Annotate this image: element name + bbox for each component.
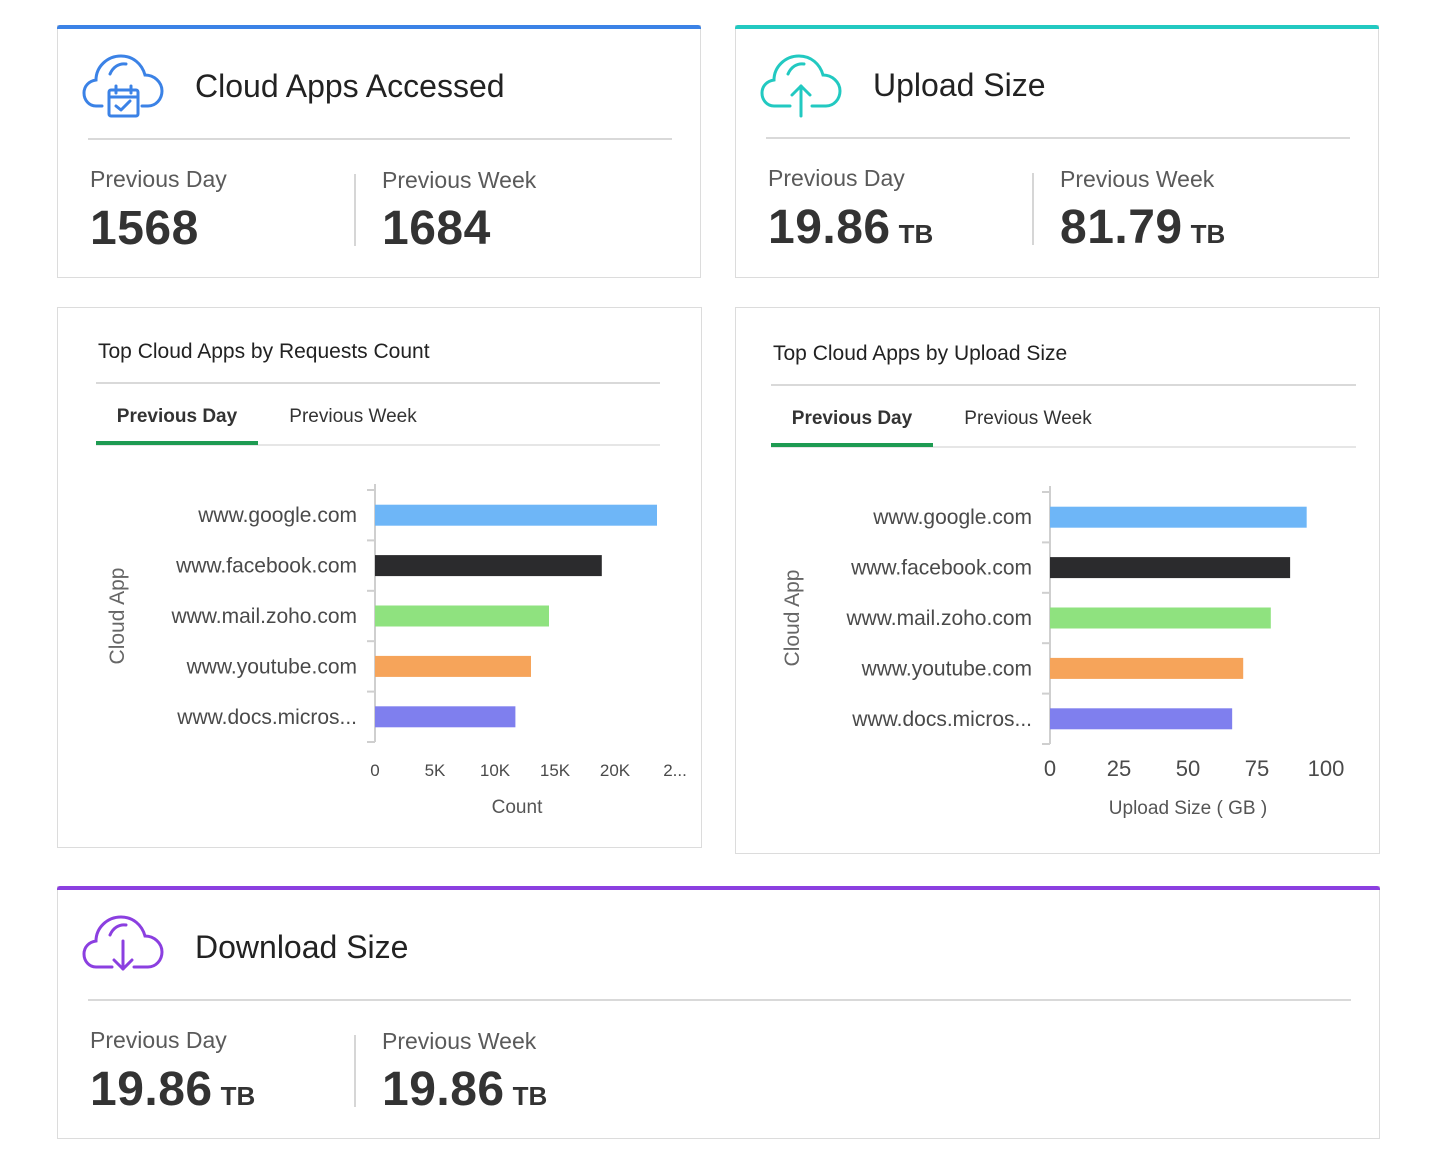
y-axis-title: Cloud App	[781, 570, 804, 667]
x-tick-label: 20K	[600, 761, 631, 780]
card-divider	[88, 138, 672, 140]
y-tick-label: www.mail.zoho.com	[170, 605, 357, 628]
y-axis-title: Cloud App	[106, 568, 129, 665]
bar	[1050, 506, 1307, 528]
column-separator	[354, 174, 356, 246]
value-number: 1684	[382, 202, 491, 255]
y-tick-label: www.facebook.com	[850, 557, 1032, 580]
y-tick-label: www.youtube.com	[186, 655, 357, 678]
bar	[1050, 557, 1291, 579]
column-separator	[1032, 173, 1034, 245]
card-title: Upload Size	[873, 67, 1046, 103]
previous-day-label: Previous Day	[768, 165, 905, 191]
column-separator	[354, 1035, 356, 1107]
card-accent-bar	[735, 25, 1379, 29]
x-tick-label: 75	[1245, 756, 1269, 781]
x-tick-label: 2...	[663, 761, 687, 780]
value-unit: TB	[898, 219, 934, 249]
cloud-upload-icon	[760, 54, 842, 118]
bar	[375, 655, 531, 677]
x-axis-title: Count	[492, 797, 543, 818]
previous-week-value: 1684	[382, 201, 491, 256]
previous-day-label: Previous Day	[90, 1027, 227, 1053]
previous-week-value: 19.86 TB	[382, 1062, 547, 1117]
value-unit: TB	[512, 1081, 548, 1111]
y-tick-label: www.docs.micros...	[851, 708, 1032, 731]
value-number: 1568	[90, 202, 199, 255]
bar	[375, 605, 549, 627]
upload-bar-chart: www.google.com www.facebook.com www.mail.z…	[781, 486, 1345, 819]
cloud-calendar-icon	[82, 54, 164, 118]
x-tick-label: 25	[1107, 756, 1131, 781]
bar	[1050, 657, 1244, 679]
x-tick-label: 100	[1308, 756, 1345, 781]
previous-day-label: Previous Day	[90, 166, 227, 192]
value-unit: TB	[220, 1081, 256, 1111]
upload-chart-panel: Top Cloud Apps by Upload Size Previous D…	[735, 307, 1380, 854]
previous-week-label: Previous Week	[1060, 166, 1215, 192]
bar	[1050, 607, 1271, 629]
requests-bar-chart: www.google.com www.facebook.com www.mail.z…	[106, 484, 687, 818]
previous-week-label: Previous Week	[382, 1028, 537, 1054]
bar	[375, 555, 602, 577]
card-divider	[88, 999, 1351, 1001]
previous-week-value: 81.79 TB	[1060, 200, 1225, 255]
value-unit: TB	[1190, 219, 1226, 249]
bar	[1050, 708, 1233, 730]
upload-size-card: Upload Size Previous Day 19.86 TB Previou…	[735, 25, 1379, 278]
card-accent-bar	[57, 25, 701, 29]
y-tick-label: www.docs.micros...	[176, 706, 357, 729]
value-number: 81.79	[1060, 201, 1183, 254]
y-tick-label: www.youtube.com	[861, 657, 1032, 680]
previous-week-label: Previous Week	[382, 167, 537, 193]
value-number: 19.86	[382, 1063, 505, 1116]
x-tick-label: 0	[1044, 756, 1056, 781]
previous-day-value: 1568	[90, 201, 199, 256]
bar	[375, 504, 657, 526]
requests-chart-panel: Top Cloud Apps by Requests Count Previou…	[57, 307, 702, 848]
card-divider	[766, 137, 1350, 139]
y-tick-label: www.google.com	[197, 504, 357, 527]
y-tick-label: www.facebook.com	[175, 555, 357, 578]
x-tick-label: 50	[1176, 756, 1200, 781]
x-axis-title: Upload Size ( GB )	[1109, 798, 1267, 819]
y-tick-label: www.mail.zoho.com	[845, 607, 1032, 630]
card-title: Cloud Apps Accessed	[195, 68, 505, 104]
cloud-apps-accessed-card: Cloud Apps Accessed Previous Day 1568 Pr…	[57, 25, 701, 278]
card-accent-bar	[57, 886, 1380, 890]
download-size-card: Download Size Previous Day 19.86 TB Previ…	[57, 886, 1380, 1139]
cloud-download-icon	[82, 915, 164, 971]
x-tick-label: 5K	[425, 761, 446, 780]
card-title: Download Size	[195, 929, 409, 965]
x-tick-label: 15K	[540, 761, 571, 780]
value-number: 19.86	[768, 201, 891, 254]
x-tick-label: 10K	[480, 761, 511, 780]
value-number: 19.86	[90, 1063, 213, 1116]
previous-day-value: 19.86 TB	[768, 200, 933, 255]
y-tick-label: www.google.com	[872, 506, 1032, 529]
x-tick-label: 0	[370, 761, 379, 780]
bar	[375, 706, 516, 728]
previous-day-value: 19.86 TB	[90, 1062, 255, 1117]
